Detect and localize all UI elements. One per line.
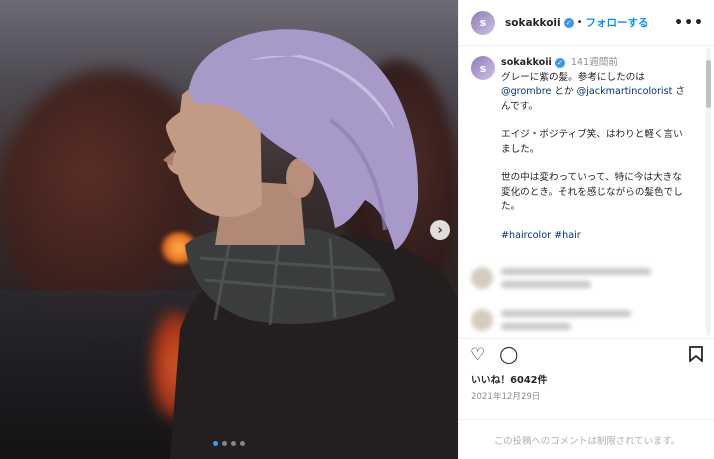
chevron-right-icon: ›	[437, 222, 443, 238]
mention-link[interactable]: @jackmartincolorist	[577, 86, 673, 97]
hashtag-links[interactable]: #haircolor #hair	[501, 229, 691, 244]
carousel-dot	[213, 441, 218, 446]
caption-text: とか	[551, 86, 577, 97]
caption-row: s sokakkoii ✓ 141週間前 グレーに紫の髪。参考にしたのは @grom…	[471, 56, 702, 243]
caption-paragraph: エイジ・ポジティブ笑、はわりと軽く言いました。	[501, 129, 683, 155]
next-slide-button[interactable]: ›	[430, 220, 450, 240]
separator-dot: •	[576, 17, 583, 28]
carousel-dot	[240, 441, 245, 446]
comments-section[interactable]: s sokakkoii ✓ 141週間前 グレーに紫の髪。参考にしたのは @grom…	[459, 46, 714, 338]
carousel-indicator	[213, 441, 245, 446]
comments-restricted-notice: この投稿へのコメントは制限されています。	[459, 419, 714, 459]
caption-paragraph: 世の中は変わっていって、特に今は大きな変化のとき。それを感じながらの髪色でした。	[501, 172, 683, 212]
instagram-post-embed: › s sokakkoii ✓ • フォローする ••• s sokakkoii…	[0, 0, 714, 459]
post-header: s sokakkoii ✓ • フォローする •••	[459, 0, 714, 46]
scrollbar-thumb[interactable]	[706, 60, 711, 108]
heart-icon[interactable]: ♡	[470, 347, 485, 364]
caption-text: グレーに紫の髪。参考にしたのは	[501, 71, 645, 83]
avatar[interactable]: s	[471, 56, 495, 80]
avatar[interactable]: s	[471, 10, 495, 35]
post-media[interactable]: ›	[0, 0, 458, 459]
post-sidebar: s sokakkoii ✓ • フォローする ••• s sokakkoii ✓ 1…	[458, 0, 714, 459]
carousel-dot	[222, 441, 227, 446]
carousel-dot	[231, 441, 236, 446]
action-bar: ♡ ◯	[459, 338, 714, 372]
list-item	[471, 299, 702, 338]
verified-badge-icon: ✓	[563, 17, 574, 28]
caption-body: sokakkoii ✓ 141週間前 グレーに紫の髪。参考にしたのは @grombr…	[501, 56, 691, 243]
like-count[interactable]: いいね！6042件	[459, 372, 714, 388]
list-item	[471, 257, 702, 299]
caption-timestamp[interactable]: 141週間前	[571, 57, 618, 68]
verified-badge-icon: ✓	[554, 58, 565, 69]
portrait-photo	[163, 29, 458, 459]
comment-icon[interactable]: ◯	[499, 347, 518, 364]
follow-button[interactable]: フォローする	[586, 15, 649, 30]
post-date[interactable]: 2021年12月29日	[459, 388, 714, 408]
username-link[interactable]: sokakkoii	[505, 17, 561, 29]
more-options-icon[interactable]: •••	[674, 15, 704, 31]
hidden-comments	[471, 257, 702, 338]
caption-username[interactable]: sokakkoii	[501, 57, 552, 68]
mention-link[interactable]: @grombre	[501, 86, 551, 97]
bookmark-icon[interactable]	[689, 345, 703, 366]
